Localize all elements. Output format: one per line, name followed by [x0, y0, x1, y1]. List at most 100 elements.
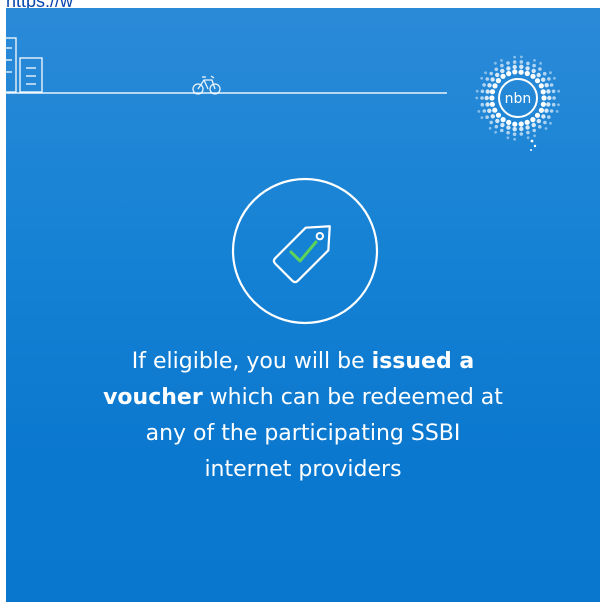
logo-dot: [536, 72, 541, 78]
message-emphasis: issued a: [371, 349, 475, 374]
logo-dot: [524, 70, 530, 77]
logo-dot: [485, 115, 489, 119]
logo-dot: [526, 130, 530, 135]
logo-dot: [549, 83, 554, 87]
info-card: nbn If eligible, you will be issued a vo…: [6, 8, 600, 602]
logo-dot: [477, 110, 481, 113]
logo-dot: [480, 89, 485, 94]
logo-dot: [533, 144, 537, 148]
logo-dot: [480, 116, 484, 119]
logo-dot: [546, 102, 551, 107]
logo-dot: [553, 76, 556, 80]
logo-dot: [512, 64, 517, 70]
logo-dot: [533, 59, 536, 62]
tag-icon: [272, 225, 331, 284]
logo-text: nbn: [505, 91, 532, 107]
logo-dot: [487, 108, 492, 113]
logo-dot: [547, 95, 552, 101]
logo-dot: [492, 107, 498, 113]
logo-dot: [489, 95, 495, 101]
logo-dot: [551, 89, 556, 94]
logo-dot: [500, 59, 503, 62]
logo-dot: [512, 60, 517, 64]
logo-dot: [525, 125, 530, 130]
logo-dot: [494, 130, 497, 134]
logo-dot: [541, 95, 547, 101]
logo-dot: [518, 69, 524, 75]
logo-dot: [544, 108, 549, 113]
logo-dot: [494, 67, 499, 72]
logo-dot: [500, 128, 504, 133]
logo-dot: [540, 89, 546, 95]
logo-dot: [484, 71, 487, 75]
logo-dot: [490, 77, 495, 82]
message-line-1: If eligible, you will be issued a: [16, 344, 590, 380]
check-icon: [289, 240, 318, 263]
logo-dot: [547, 115, 551, 119]
logo-dot: [557, 103, 560, 107]
logo-dot: [538, 125, 542, 129]
tag-check-icon: [231, 177, 379, 325]
nbn-logo: nbn: [475, 55, 561, 151]
logo-dot: [520, 55, 523, 59]
message-line-3: any of the participating SSBI: [145, 421, 461, 446]
logo-dot: [546, 89, 551, 94]
logo-dot: [506, 119, 512, 125]
logo-dot: [531, 122, 536, 128]
logo-dot: [519, 64, 524, 69]
logo-dot: [480, 96, 484, 100]
logo-dot: [536, 118, 541, 124]
logo-dot: [557, 89, 561, 93]
logo-dot: [485, 89, 490, 94]
bicycle-icon: [192, 75, 221, 95]
logo-dot: [542, 71, 547, 76]
logo-dot: [494, 124, 499, 129]
logo-dot: [544, 127, 548, 130]
logo-dot: [540, 101, 546, 107]
logo-dot: [513, 55, 516, 59]
logo-dot: [475, 89, 479, 93]
logo-dot: [533, 134, 536, 138]
logo-dot: [500, 63, 504, 68]
logo-dot: [538, 67, 542, 71]
logo-dot: [489, 89, 496, 95]
logo-dot: [526, 61, 530, 66]
logo-dot: [547, 77, 551, 81]
logo-dot: [541, 77, 546, 82]
logo-dot: [484, 95, 489, 101]
logo-dot: [488, 126, 492, 130]
logo-dot: [480, 76, 484, 80]
logo-dot: [519, 60, 524, 64]
logo-dot: [549, 121, 552, 125]
logo-dot: [534, 78, 541, 84]
logo-dot: [506, 71, 512, 77]
logo-dot: [519, 126, 524, 132]
logo-dot: [489, 101, 495, 107]
logo-dot: [482, 83, 486, 87]
logo-dot: [555, 110, 559, 113]
logo-dot: [485, 77, 490, 81]
logo-dot: [530, 139, 534, 143]
logo-dot: [549, 71, 552, 75]
top-link[interactable]: https://w: [6, 0, 73, 8]
logo-dot: [506, 136, 510, 140]
logo-dot: [519, 132, 524, 136]
logo-dot: [513, 137, 516, 141]
logo-dot: [495, 118, 500, 124]
logo-dot: [524, 119, 530, 125]
logo-dot: [495, 112, 502, 118]
logo-dot: [532, 128, 536, 133]
logo-dot: [480, 102, 485, 107]
logo-dot: [538, 83, 544, 89]
logo-dot: [538, 107, 544, 113]
message-line-4: internet providers: [204, 457, 402, 482]
logo-dot: [500, 117, 506, 123]
logo-dot: [500, 73, 506, 79]
logo-dot: [500, 68, 505, 74]
logo-dot: [532, 63, 536, 68]
logo-dot: [534, 112, 541, 118]
message-emphasis: voucher: [103, 385, 203, 410]
logo-dot: [549, 109, 554, 113]
logo-dot: [552, 96, 556, 100]
logo-dot: [506, 125, 511, 130]
